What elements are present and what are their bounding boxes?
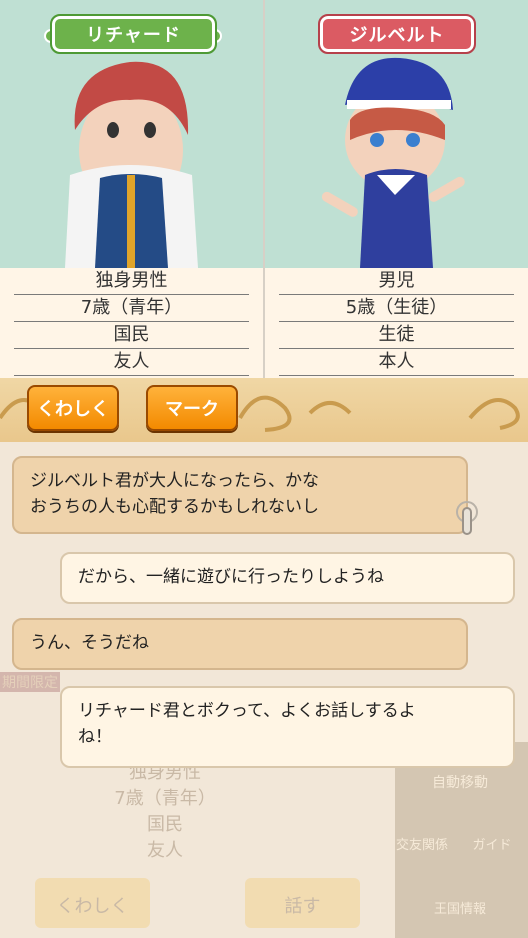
- left-character-portrait-panel: リチャード: [0, 0, 263, 268]
- right-info-status: 生徒: [279, 322, 514, 349]
- bg-badge: 期間限定: [0, 672, 60, 692]
- chat-bubble-right: リチャード君とボクって、よくお話しするよ ね！: [60, 686, 515, 768]
- right-info-relation: 本人: [279, 349, 514, 376]
- left-character-name: リチャード: [50, 14, 217, 54]
- left-info-age: 7歳（青年）: [14, 295, 249, 322]
- chat-bubble-left: ジルベルト君が大人になったら、かな おうちの人も心配するかもしれないし: [12, 456, 468, 534]
- bg-info-list: 独身男性 7歳（青年） 国民 友人: [20, 760, 310, 864]
- bg-details-label: くわしく: [56, 896, 129, 917]
- chat-bubble-right: だから、一緒に遊びに行ったりしようね: [60, 552, 515, 604]
- chat-bubble-left: うん、そうだね: [12, 618, 468, 670]
- right-character-portrait-panel: ジルベルト: [265, 0, 528, 268]
- details-button[interactable]: くわしく: [27, 385, 119, 431]
- left-info-type: 独身男性: [14, 268, 249, 295]
- right-info-type: 男児: [279, 268, 514, 295]
- bg-info-item: 国民: [147, 814, 183, 835]
- bg-menu-auto: 自動移動: [432, 775, 488, 791]
- bg-menu-friends: 交友関係: [395, 838, 448, 853]
- right-info-age: 5歳（生徒）: [279, 295, 514, 322]
- bg-talk-label: 話す: [284, 896, 321, 917]
- right-character-info: 男児 5歳（生徒） 生徒 本人: [265, 268, 528, 378]
- left-info-status: 国民: [14, 322, 249, 349]
- character-compare-header: リチャード ジルベルト 独身男性 7歳（青年） 国民 友人 男児 5歳（生徒） …: [0, 0, 528, 378]
- bg-menu-kingdom: 王国情報: [433, 902, 486, 917]
- bg-info-item: 7歳（青年）: [114, 788, 216, 809]
- tap-hand-icon: [456, 501, 478, 535]
- conversation-area: 期間限定 独身男性 7歳（青年） 国民 友人 くわしく 話す 自動移動 交友関係…: [0, 442, 528, 938]
- bg-info-item: 友人: [147, 840, 183, 861]
- right-character-name: ジルベルト: [318, 14, 476, 54]
- ornament-toolbar: くわしく マーク: [0, 378, 528, 442]
- left-info-relation: 友人: [14, 349, 249, 376]
- left-character-info: 独身男性 7歳（青年） 国民 友人: [0, 268, 263, 378]
- bg-menu-guide: ガイド: [472, 838, 512, 853]
- mark-button[interactable]: マーク: [146, 385, 238, 431]
